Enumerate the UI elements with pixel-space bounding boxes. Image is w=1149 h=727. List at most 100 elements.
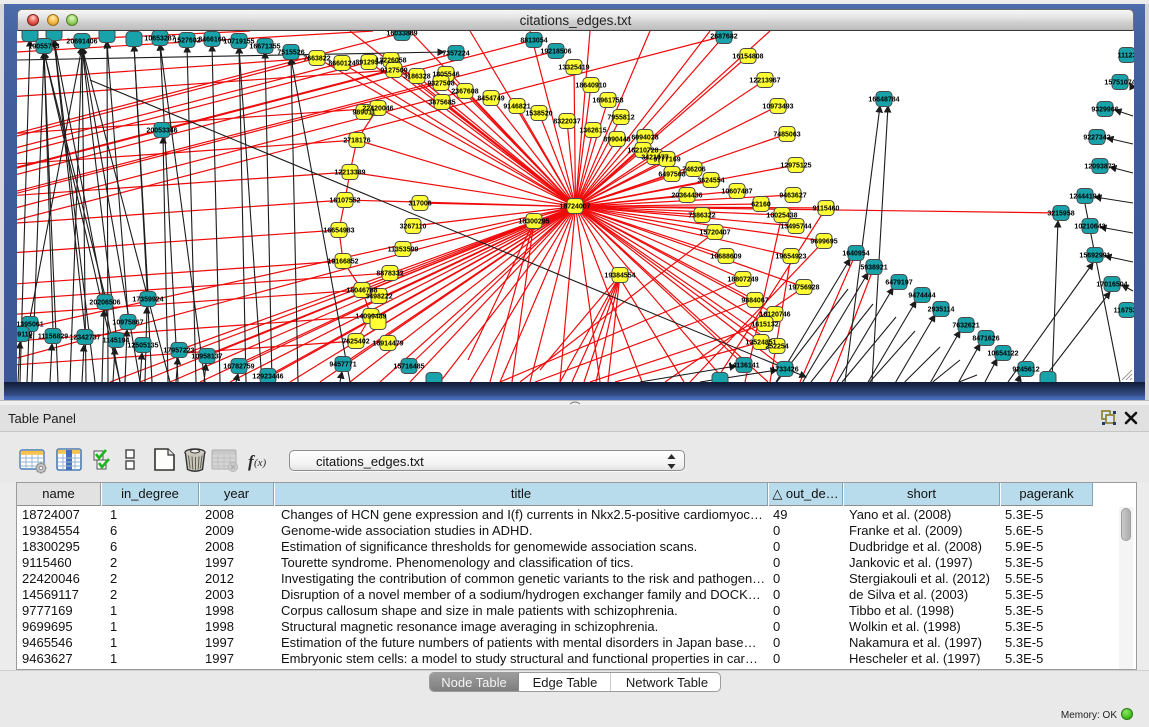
svg-text:7632621: 7632621 [952,323,979,330]
svg-text:3267110: 3267110 [400,224,427,231]
svg-text:1167532: 1167532 [1114,308,1134,315]
svg-text:7515526: 7515526 [277,50,304,57]
svg-text:7955812: 7955812 [607,115,634,122]
svg-text:13325419: 13325419 [558,65,589,72]
svg-text:2935114: 2935114 [928,307,955,314]
svg-text:16671355: 16671355 [249,44,280,51]
svg-text:7625402: 7625402 [342,339,369,346]
svg-text:62160: 62160 [751,202,771,209]
svg-text:7663822: 7663822 [303,56,330,63]
svg-text:1527602: 1527602 [173,38,200,45]
svg-text:9699695: 9699695 [810,239,837,246]
svg-text:939119: 939119 [17,332,33,339]
svg-text:8322037: 8322037 [553,119,580,126]
svg-text:19654923: 19654923 [775,254,806,261]
svg-text:9146821: 9146821 [503,104,530,111]
svg-text:1640954: 1640954 [842,251,869,258]
svg-text:19384554: 19384554 [604,273,635,280]
svg-text:(x): (x) [254,457,267,469]
svg-text:3186328: 3186328 [403,74,430,81]
svg-text:12505135: 12505135 [127,343,158,350]
svg-text:9115460: 9115460 [813,206,840,213]
svg-text:7386322: 7386322 [688,213,715,220]
svg-text:3875685: 3875685 [428,100,455,107]
svg-text:20364436: 20364436 [671,193,702,200]
svg-text:19756928: 19756928 [788,285,819,292]
svg-text:15720407: 15720407 [699,230,730,237]
svg-text:12444194: 12444194 [1069,194,1100,201]
svg-text:9884067: 9884067 [741,298,768,305]
svg-text:10975867: 10975867 [112,320,143,327]
svg-text:17957223: 17957223 [163,348,194,355]
svg-text:9329966: 9329966 [1091,107,1118,114]
svg-text:8813054: 8813054 [520,38,547,45]
svg-text:16961758: 16961758 [592,98,623,105]
svg-text:13495744: 13495744 [780,224,811,231]
svg-text:1733426: 1733426 [771,367,798,374]
svg-text:20053346: 20053346 [146,128,177,135]
svg-text:3498222: 3498222 [365,294,392,301]
svg-text:18640910: 18640910 [575,83,606,90]
svg-text:252254: 252254 [765,344,788,351]
svg-text:989011: 989011 [353,110,376,117]
svg-text:317006: 317006 [408,201,431,208]
svg-text:17359924: 17359924 [132,297,163,304]
svg-text:2718176: 2718176 [343,138,370,145]
svg-text:6479197: 6479197 [885,280,912,287]
svg-text:3624554: 3624554 [697,178,724,185]
svg-text:19055713: 19055713 [28,44,59,51]
svg-text:19218506: 19218506 [540,49,571,56]
svg-text:11123: 11123 [1118,53,1134,60]
svg-text:9474444: 9474444 [908,293,935,300]
svg-text:10958137: 10958137 [191,354,222,361]
svg-text:18807249: 18807249 [727,277,758,284]
svg-text:8878332: 8878332 [376,271,403,278]
svg-text:9463627: 9463627 [779,193,806,200]
svg-text:16782759: 16782759 [223,364,254,371]
svg-text:15716485: 15716485 [393,364,424,371]
svg-text:2367608: 2367608 [451,89,478,96]
svg-text:9777169: 9777169 [653,157,680,164]
svg-text:14099489: 14099489 [355,314,386,321]
svg-text:10025438: 10025438 [766,213,797,220]
svg-text:10653287: 10653287 [144,36,175,43]
svg-text:8454749: 8454749 [477,96,504,103]
svg-text:10654122: 10654122 [987,351,1018,358]
svg-text:9327508: 9327508 [427,81,454,88]
svg-text:16033809: 16033809 [386,31,417,38]
svg-text:12213967: 12213967 [749,78,780,85]
svg-text:3215958: 3215958 [1047,211,1074,218]
svg-text:16654983: 16654983 [323,228,354,235]
svg-text:5938921: 5938921 [860,265,887,272]
svg-text:12093872: 12093872 [1084,164,1115,171]
svg-text:1145194: 1145194 [103,338,130,345]
svg-text:8466160: 8466160 [198,37,225,44]
svg-text:1538520: 1538520 [525,111,552,118]
svg-text:8660124: 8660124 [328,61,355,68]
svg-text:10210643: 10210643 [1074,224,1105,231]
svg-text:16107552: 16107552 [329,198,360,205]
svg-text:9227342: 9227342 [1083,135,1110,142]
svg-text:16648784: 16648784 [868,97,899,104]
svg-text:10688609: 10688609 [710,254,741,261]
svg-text:12923446: 12923446 [252,374,283,381]
svg-text:12213389: 12213389 [334,170,365,177]
svg-text:8990448: 8990448 [603,137,630,144]
svg-text:19166852: 19166852 [327,259,358,266]
svg-text:8471626: 8471626 [972,336,999,343]
svg-text:16120746: 16120746 [759,312,790,319]
svg-text:9457771: 9457771 [329,362,356,369]
svg-text:18300295: 18300295 [518,219,549,226]
svg-text:11353599: 11353599 [388,247,419,254]
svg-text:6994028: 6994028 [631,135,658,142]
svg-text:9245612: 9245612 [1012,367,1039,374]
svg-text:12342737: 12342737 [69,335,100,342]
svg-text:12975125: 12975125 [780,163,811,170]
svg-text:18724007: 18724007 [559,204,590,211]
svg-text:20206506: 20206506 [89,300,120,307]
svg-text:11156829: 11156829 [38,334,68,341]
svg-text:1362615: 1362615 [579,128,606,135]
svg-text:7485063: 7485063 [773,132,800,139]
svg-text:16154808: 16154808 [732,54,763,61]
svg-text:10973493: 10973493 [762,104,793,111]
